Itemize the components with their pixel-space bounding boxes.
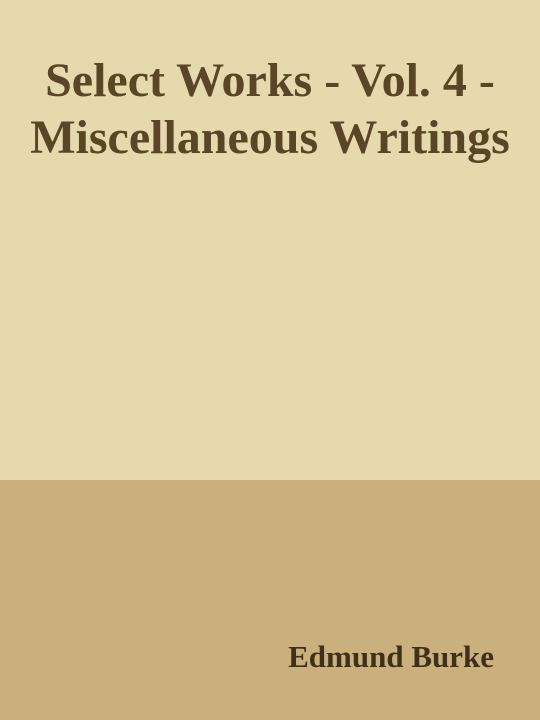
- book-cover: Select Works - Vol. 4 - Miscellaneous Wr…: [0, 0, 540, 720]
- author-name: Edmund Burke: [288, 639, 494, 674]
- book-title: Select Works - Vol. 4 - Miscellaneous Wr…: [30, 54, 510, 164]
- cover-bottom-panel: [0, 480, 540, 720]
